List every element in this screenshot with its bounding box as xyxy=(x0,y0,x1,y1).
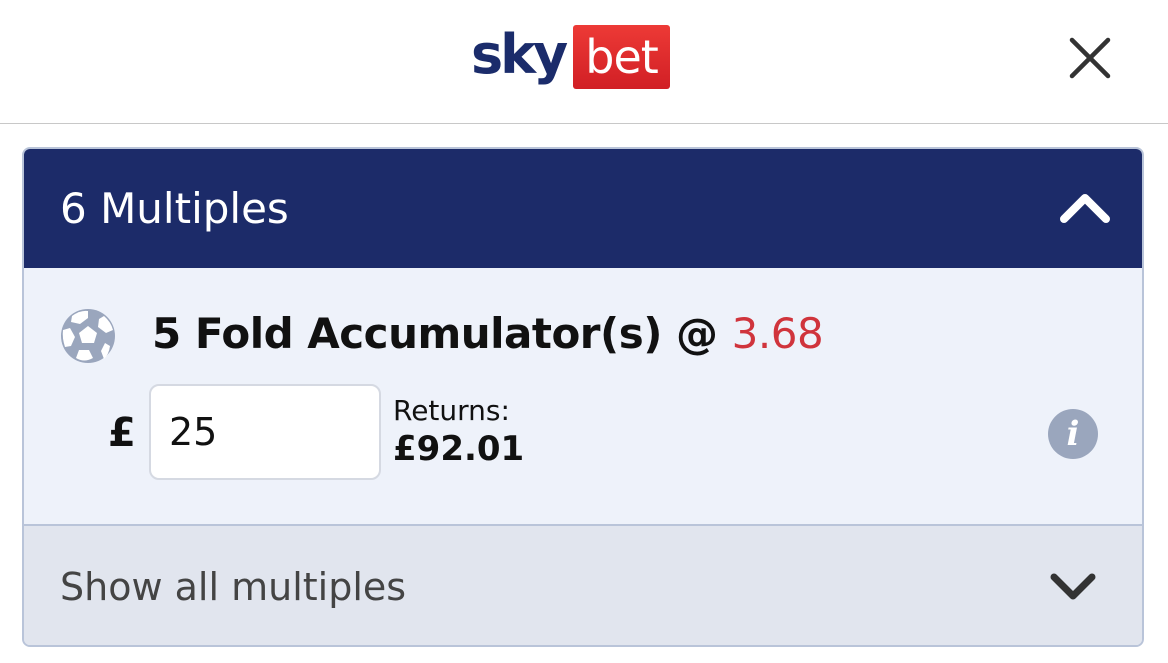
show-all-label: Show all multiples xyxy=(60,565,407,609)
close-icon xyxy=(1069,37,1111,79)
close-button[interactable] xyxy=(1066,34,1114,82)
multiples-title: 6 Multiples xyxy=(60,184,289,233)
info-button[interactable]: i xyxy=(1048,409,1098,459)
bet-title: 5 Fold Accumulator(s) @ 3.68 xyxy=(152,306,824,362)
bet-odds: 3.68 xyxy=(731,309,824,358)
football-icon xyxy=(60,308,116,364)
stake-input[interactable] xyxy=(149,384,381,480)
returns-value: £92.01 xyxy=(393,429,525,469)
returns-label: Returns: xyxy=(393,394,510,427)
top-bar: sky bet xyxy=(0,0,1168,124)
skybet-logo: sky bet xyxy=(471,25,670,89)
accumulator-bet-row: 5 Fold Accumulator(s) @ 3.68 £ Returns: … xyxy=(24,268,1142,526)
logo-bet-text: bet xyxy=(573,25,670,89)
multiples-panel: 6 Multiples 5 Fold Accumulator(s) @ 3.68… xyxy=(22,147,1144,647)
collapse-button[interactable] xyxy=(1058,187,1112,227)
chevron-up-icon xyxy=(1060,194,1110,223)
expand-button[interactable] xyxy=(1048,569,1098,605)
info-icon: i xyxy=(1066,414,1080,454)
bet-type-label: 5 Fold Accumulator(s) @ xyxy=(152,309,732,358)
chevron-down-icon xyxy=(1050,573,1096,600)
currency-symbol: £ xyxy=(108,410,136,456)
show-all-multiples[interactable]: Show all multiples xyxy=(24,526,1142,645)
multiples-header[interactable]: 6 Multiples xyxy=(24,149,1142,268)
logo-sky-text: sky xyxy=(471,23,568,86)
